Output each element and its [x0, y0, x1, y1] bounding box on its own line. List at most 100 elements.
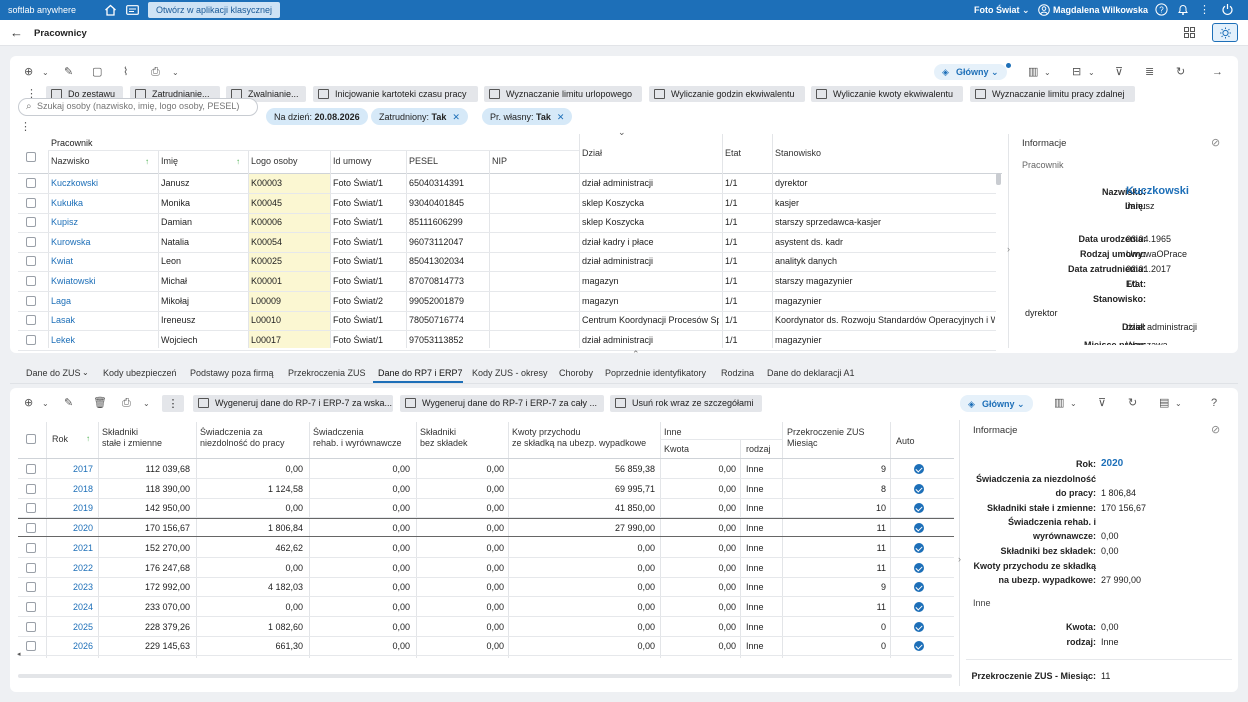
column-header-7[interactable]: Etat [725, 148, 741, 158]
row-checkbox[interactable] [26, 217, 36, 228]
filter-chip-employed[interactable]: Zatrudniony: Tak ✕ [371, 108, 468, 125]
row-checkbox[interactable] [26, 256, 36, 267]
document-icon[interactable]: ▢ [92, 67, 102, 78]
cell-nazwisko[interactable]: Kupisz [51, 217, 155, 227]
remove-filter-icon[interactable]: ✕ [452, 112, 460, 122]
row-checkbox[interactable] [26, 503, 36, 514]
chart-icon[interactable]: ▥ [1054, 398, 1064, 409]
cell-rok[interactable]: 2020 [60, 523, 93, 533]
cell-rok[interactable]: 2026 [60, 641, 93, 651]
power-icon[interactable] [1221, 3, 1234, 18]
column-header-6[interactable]: Dział [582, 148, 602, 158]
print-icon[interactable]: ⎙ [122, 398, 131, 409]
tab-9[interactable]: Dane do deklaracji A1 [767, 368, 855, 378]
cell-nazwisko[interactable]: Kwiatowski [51, 276, 155, 286]
cell-nazwisko[interactable]: Lasak [51, 315, 155, 325]
column-header-kwota[interactable]: Kwota [664, 444, 689, 454]
chevron-down-icon[interactable]: ⌄ [42, 67, 49, 78]
cell-rok[interactable]: 2022 [60, 563, 93, 573]
cell-nazwisko[interactable]: Laga [51, 296, 155, 306]
home-icon[interactable] [104, 4, 117, 18]
help-icon[interactable]: ? [1155, 3, 1168, 18]
columns-icon[interactable]: ≣ [1145, 67, 1154, 78]
more-vertical-icon[interactable]: ⋮ [1199, 3, 1210, 16]
open-classic-button[interactable]: Otwórz w aplikacji klasycznej [148, 2, 281, 18]
action-button-inicjowanie[interactable]: Inicjowanie kartoteki czasu pracy [313, 86, 478, 102]
back-arrow-icon[interactable]: ← [10, 25, 23, 40]
column-header-auto[interactable]: Auto [896, 436, 915, 446]
filter-off-icon[interactable]: ⊽ [1115, 67, 1123, 78]
action-button-godziny-ekwiwalentu[interactable]: Wyliczanie godzin ekwiwalentu [649, 86, 805, 102]
chevron-down-icon[interactable]: ⌄ [42, 398, 49, 409]
column-header-inne[interactable]: Inne [664, 427, 682, 437]
user-name[interactable]: Magdalena Wilkowska [1053, 5, 1148, 15]
cell-rok[interactable]: 2021 [60, 543, 93, 553]
row-checkbox[interactable] [26, 334, 36, 345]
view-selector[interactable]: ◈ Główny ⌄ [934, 63, 1011, 80]
row-checkbox[interactable] [26, 523, 36, 534]
horizontal-scrollbar[interactable] [18, 674, 952, 678]
document-search-icon[interactable]: ▤ [1159, 398, 1169, 409]
column-header-4[interactable]: PESEL [409, 156, 438, 166]
filter-chip-own-employee[interactable]: Pr. własny: Tak ✕ [482, 108, 573, 125]
bell-icon[interactable] [1177, 3, 1189, 18]
chart-icon[interactable]: ▥ [1028, 67, 1038, 78]
chevron-down-icon[interactable]: ⌄ [1070, 398, 1077, 409]
attachment-icon[interactable]: ⌇ [123, 67, 128, 78]
more-vertical-icon[interactable]: ⋮ [162, 395, 184, 412]
help-icon[interactable]: ? [1211, 398, 1217, 409]
column-header-2[interactable]: Świadczenia za niezdolność do pracy [200, 427, 310, 449]
remove-filter-icon[interactable]: ✕ [557, 112, 565, 122]
scroll-left-icon[interactable]: ◂ [17, 650, 21, 658]
row-checkbox[interactable] [26, 483, 36, 494]
action-button-kwota-ekwiwalentu[interactable]: Wyliczanie kwoty ekwiwalentu [811, 86, 963, 102]
action-button-limit-urlopowy[interactable]: Wyznaczanie limitu urlopowego [484, 86, 642, 102]
column-header-3[interactable]: Świadczenia rehab. i wyrównawcze [313, 427, 423, 449]
column-header-3[interactable]: Id umowy [333, 156, 372, 166]
row-checkbox[interactable] [26, 315, 36, 326]
tab-3[interactable]: Przekroczenia ZUS [288, 368, 366, 378]
row-checkbox[interactable] [26, 601, 36, 612]
row-checkbox[interactable] [26, 178, 36, 188]
chevron-down-icon[interactable]: ⌄ [82, 368, 89, 377]
tab-8[interactable]: Rodzina [721, 368, 754, 378]
filter-off-icon[interactable]: ⊽ [1098, 398, 1106, 409]
action-button-praca-zdalna[interactable]: Wyznaczanie limitu pracy zdalnej [970, 86, 1135, 102]
card-icon[interactable] [126, 5, 139, 17]
tab-7[interactable]: Poprzednie identyfikatory [605, 368, 706, 378]
row-checkbox[interactable] [26, 621, 36, 632]
row-checkbox[interactable] [26, 295, 36, 306]
select-all-checkbox[interactable] [26, 434, 36, 444]
collapse-toolbar-icon[interactable]: ⌄ [618, 127, 626, 138]
refresh-icon[interactable]: ↻ [1128, 398, 1137, 409]
light-theme-button[interactable] [1212, 23, 1238, 42]
chevron-down-icon[interactable]: ⌄ [1088, 67, 1095, 78]
generate-rp7-all-button[interactable]: Wygeneruj dane do RP-7 i ERP-7 za cały .… [400, 395, 604, 412]
row-checkbox[interactable] [26, 464, 36, 474]
cell-rok[interactable]: 2024 [60, 602, 93, 612]
row-checkbox[interactable] [26, 562, 36, 573]
cell-nazwisko[interactable]: Lekek [51, 335, 155, 345]
delete-year-button[interactable]: Usuń rok wraz ze szczegółami [610, 395, 762, 412]
tab-4[interactable]: Dane do RP7 i ERP7 [378, 368, 463, 378]
add-icon[interactable]: ⊕ [24, 398, 33, 409]
column-header-0[interactable]: Nazwisko [51, 156, 90, 166]
generate-rp7-selected-button[interactable]: Wygeneruj dane do RP-7 i ERP-7 za wska..… [193, 395, 393, 412]
row-checkbox[interactable] [26, 276, 36, 286]
expand-panel-icon[interactable]: › [1007, 244, 1010, 254]
exit-arrow-icon[interactable]: → [1212, 67, 1223, 78]
export-icon[interactable]: ⊟ [1072, 67, 1081, 78]
column-header-rodzaj[interactable]: rodzaj [746, 444, 771, 454]
search-box[interactable]: ⌕ [18, 98, 258, 116]
cell-nazwisko[interactable]: Kukułka [51, 198, 155, 208]
column-header-9[interactable]: Przekroczenie ZUS Miesiąc [787, 427, 897, 449]
row-checkbox[interactable] [26, 641, 36, 652]
sort-asc-icon[interactable]: ↑ [145, 157, 149, 166]
chevron-down-icon[interactable]: ⌄ [1044, 67, 1051, 78]
view-selector-lower[interactable]: ◈ Główny ⌄ [960, 395, 1033, 412]
edit-icon[interactable]: ✎ [64, 67, 73, 78]
tab-6[interactable]: Choroby [559, 368, 593, 378]
scrollbar-thumb[interactable] [996, 173, 1001, 185]
add-icon[interactable]: ⊕ [24, 67, 33, 78]
sort-asc-icon[interactable]: ↑ [86, 434, 90, 443]
